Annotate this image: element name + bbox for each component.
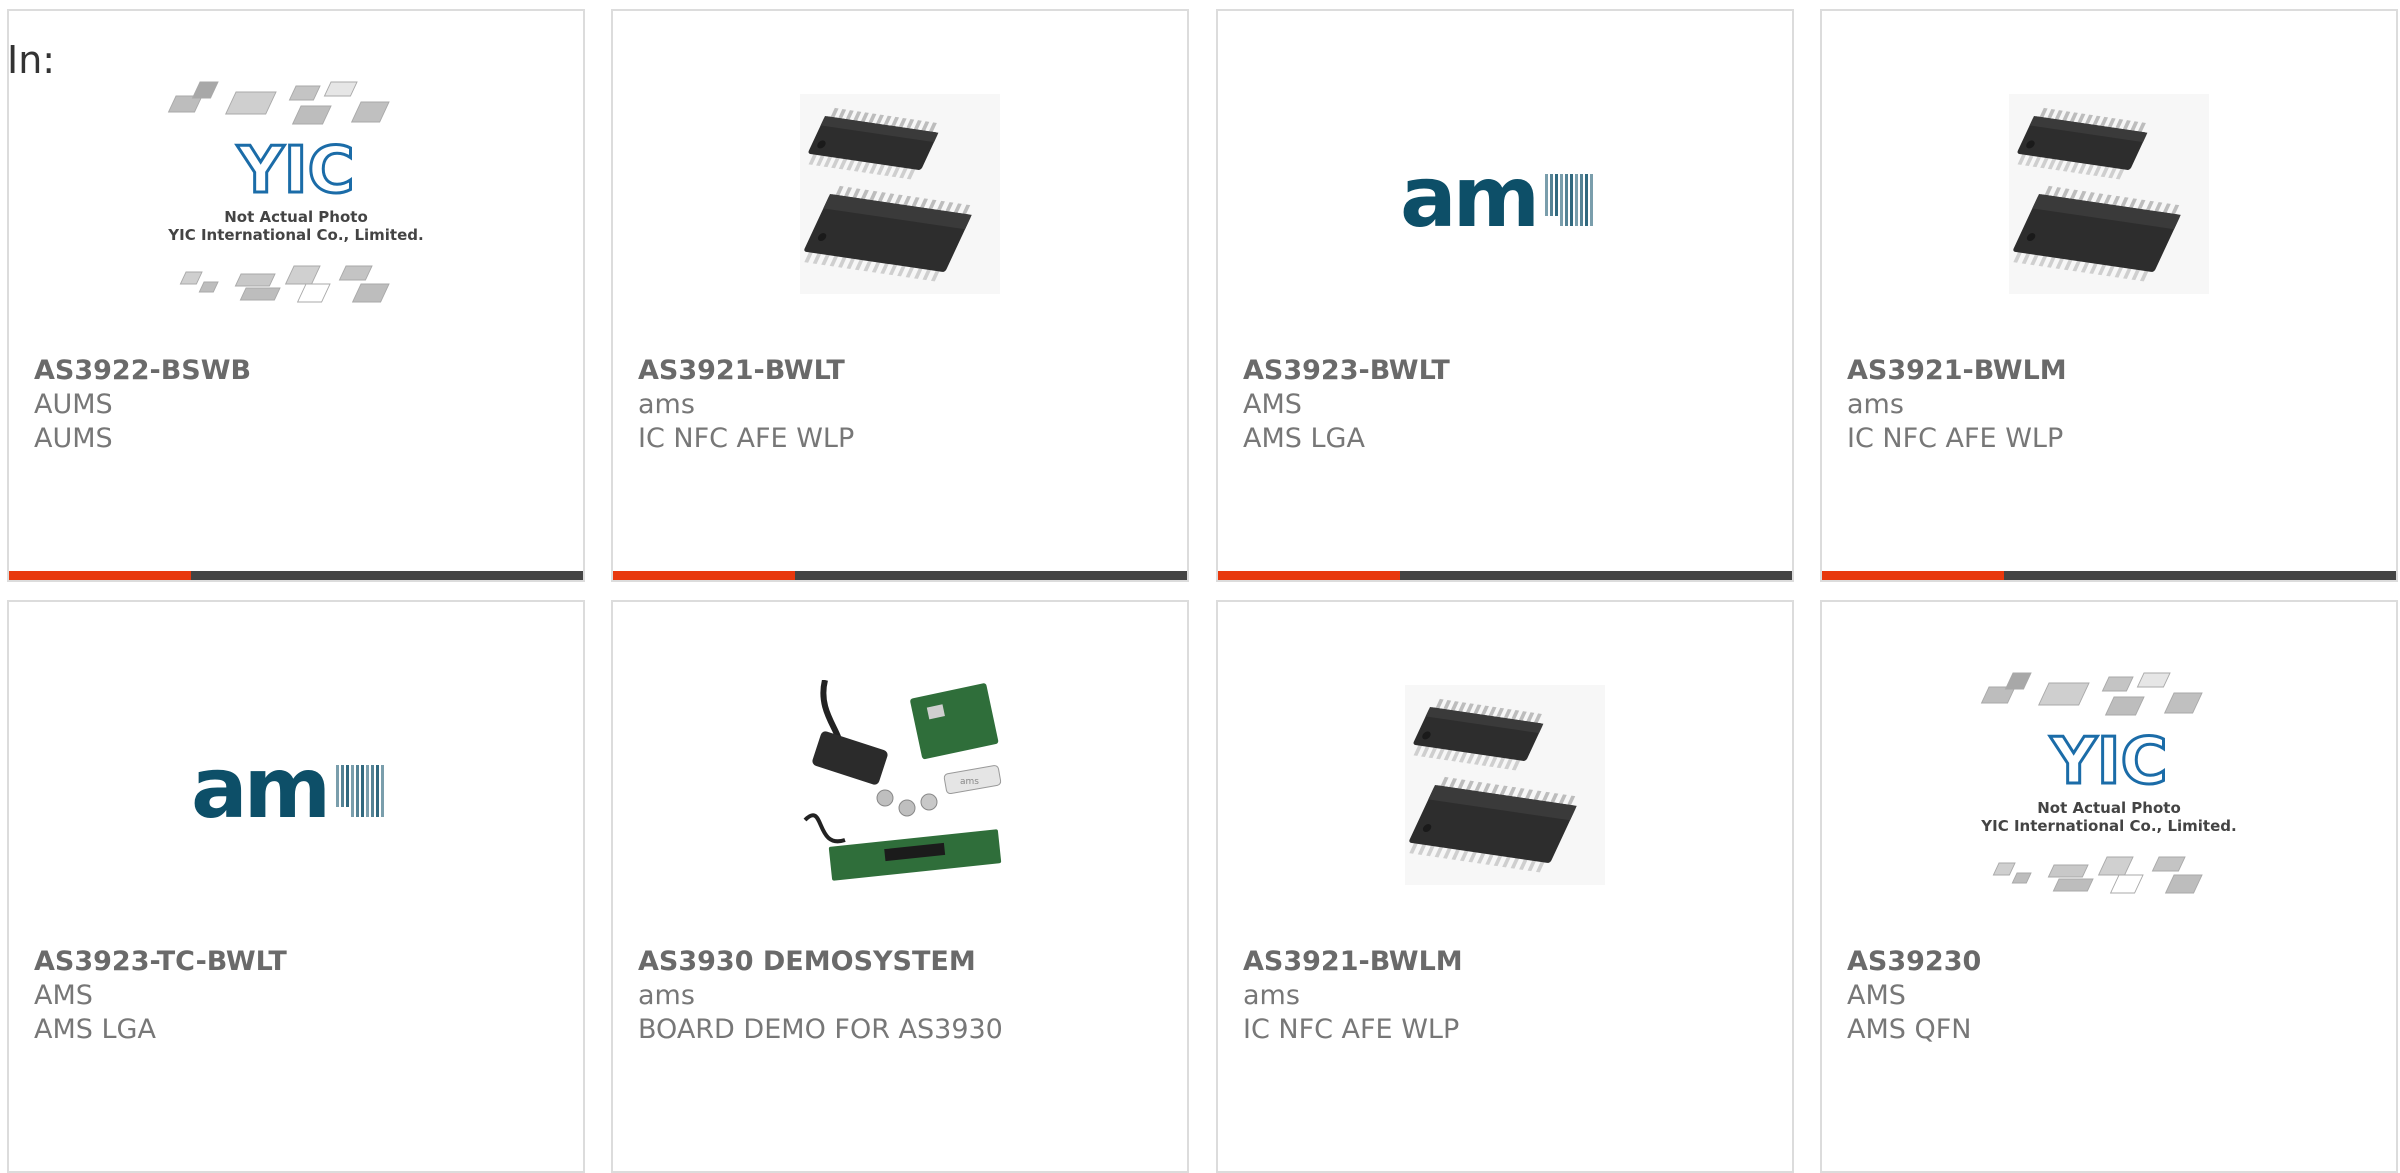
description: IC NFC AFE WLP	[1847, 423, 2064, 454]
manufacturer: ams	[1847, 389, 1904, 420]
product-image[interactable]	[613, 69, 1187, 319]
card-bar	[1218, 571, 1792, 580]
svg-text:ams: ams	[960, 777, 979, 787]
svg-text:YIC: YIC	[236, 134, 354, 208]
part-number[interactable]: AS39230	[1847, 945, 2376, 979]
product-image[interactable]	[1822, 69, 2396, 319]
description: BOARD DEMO FOR AS3930	[638, 1014, 1003, 1045]
part-number[interactable]: AS3923-BWLT	[1243, 354, 1772, 388]
svg-text:YIC: YIC	[2049, 725, 2167, 799]
svg-text:Not Actual Photo: Not Actual Photo	[224, 208, 368, 226]
product-image[interactable]: YIC Not Actual Photo YIC International C…	[1822, 660, 2396, 910]
description: AMS LGA	[34, 1014, 156, 1045]
description: AUMS	[34, 423, 113, 454]
product-card[interactable]: am AS3923-BWLT AMS AMS LGA	[1216, 9, 1794, 582]
part-number[interactable]: AS3930 DEMOSYSTEM	[638, 945, 1167, 979]
product-image[interactable]	[1218, 660, 1792, 910]
part-number[interactable]: AS3922-BSWB	[34, 354, 563, 388]
part-number[interactable]: AS3921-BWLM	[1243, 945, 1772, 979]
part-number[interactable]: AS3921-BWLM	[1847, 354, 2376, 388]
svg-text:am: am	[1400, 154, 1536, 234]
manufacturer: AUMS	[34, 389, 113, 420]
card-bar-accent	[1822, 571, 2004, 580]
product-image[interactable]: am	[1218, 69, 1792, 319]
product-image[interactable]: am	[9, 660, 583, 910]
product-card[interactable]: AS3921-BWLT ams IC NFC AFE WLP	[611, 9, 1189, 582]
product-image[interactable]: ams	[613, 660, 1187, 910]
manufacturer: AMS	[1243, 389, 1302, 420]
card-bar	[1822, 571, 2396, 580]
product-card[interactable]: am AS3923-TC-BWLT AMS AMS LGA	[7, 600, 585, 1173]
manufacturer: ams	[638, 389, 695, 420]
product-grid: YIC Not Actual Photo YIC International C…	[0, 0, 2400, 1173]
manufacturer: AMS	[34, 980, 93, 1011]
product-card[interactable]: ams AS3930 DEMOSYSTEM ams BOARD DEMO FOR…	[611, 600, 1189, 1173]
svg-text:YIC International Co., Limited: YIC International Co., Limited.	[1980, 817, 2236, 835]
card-bar-accent	[1218, 571, 1400, 580]
svg-text:YIC International Co., Limited: YIC International Co., Limited.	[167, 226, 423, 244]
part-number[interactable]: AS3921-BWLT	[638, 354, 1167, 388]
manufacturer: ams	[638, 980, 695, 1011]
part-number[interactable]: AS3923-TC-BWLT	[34, 945, 563, 979]
card-bar	[613, 571, 1187, 580]
description: AMS QFN	[1847, 1014, 1972, 1045]
product-card[interactable]: YIC Not Actual Photo YIC International C…	[1820, 600, 2398, 1173]
product-card[interactable]: AS3921-BWLM ams IC NFC AFE WLP	[1216, 600, 1794, 1173]
description: AMS LGA	[1243, 423, 1365, 454]
product-image[interactable]: YIC Not Actual Photo YIC International C…	[9, 69, 583, 319]
manufacturer: AMS	[1847, 980, 1906, 1011]
description: IC NFC AFE WLP	[638, 423, 855, 454]
product-card[interactable]: YIC Not Actual Photo YIC International C…	[7, 9, 585, 582]
description: IC NFC AFE WLP	[1243, 1014, 1460, 1045]
svg-text:Not Actual Photo: Not Actual Photo	[2037, 799, 2181, 817]
card-bar	[9, 571, 583, 580]
card-bar-accent	[613, 571, 795, 580]
manufacturer: ams	[1243, 980, 1300, 1011]
card-bar-accent	[9, 571, 191, 580]
svg-text:am: am	[191, 745, 327, 825]
filter-label: In:	[7, 38, 56, 82]
product-card[interactable]: AS3921-BWLM ams IC NFC AFE WLP	[1820, 9, 2398, 582]
